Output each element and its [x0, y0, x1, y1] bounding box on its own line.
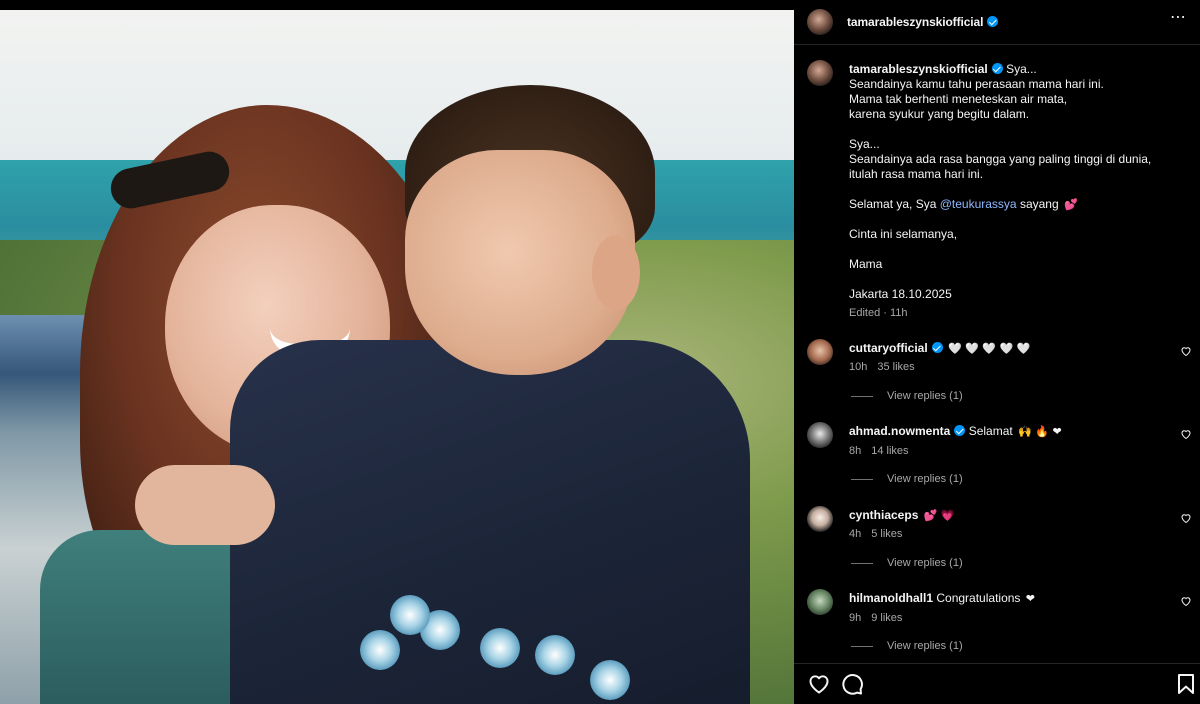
heart-icon[interactable] [1180, 428, 1192, 440]
caption-line: Sya... [849, 137, 880, 151]
photo-sky [0, 10, 794, 160]
caption-line: Mama tak berhenti meneteskan air mata, [849, 92, 1068, 106]
photo-child-ear [592, 235, 640, 310]
comment-likes[interactable]: 14 likes [871, 445, 908, 457]
view-replies-button[interactable]: View replies (1) [851, 390, 963, 402]
caption-line: Sya... [1006, 62, 1037, 76]
caption-gap [849, 272, 1189, 287]
verified-badge-icon [987, 16, 999, 27]
caption-line: Cinta ini selamanya, [849, 227, 958, 241]
avatar[interactable] [807, 506, 833, 532]
header-username[interactable]: tamarableszynskiofficial [847, 15, 999, 29]
caption-line: karena syukur yang begitu dalam. [849, 107, 1030, 121]
comment-time: 9h [849, 612, 862, 624]
caption-gap [849, 212, 1189, 227]
replies-dash [851, 478, 873, 480]
photo-flower-print [480, 628, 520, 668]
view-replies-button[interactable]: View replies (1) [851, 557, 963, 569]
avatar[interactable] [807, 9, 833, 35]
caption-edited-meta: Edited · 11h [849, 307, 908, 319]
photo-flower-print [390, 595, 430, 635]
view-replies-label[interactable]: View replies (1) [887, 390, 963, 402]
comment-username[interactable]: ahmad.nowmenta [849, 424, 950, 438]
replies-dash [851, 395, 873, 397]
mention-link[interactable]: @teukurassya [940, 197, 1017, 211]
comment-meta: 9h 9 likes [849, 612, 912, 624]
photo-arm [135, 465, 275, 545]
view-replies-button[interactable]: View replies (1) [851, 473, 963, 485]
comment-likes[interactable]: 9 likes [871, 612, 902, 624]
two-hearts-emoji: 💕 [1064, 198, 1078, 211]
caption-line: Mama [849, 257, 883, 271]
comment-emoji: 🙌 🔥 ❤ [1018, 425, 1062, 438]
comment-text: cynthiaceps 💕 💗 [849, 508, 955, 522]
header-username-text[interactable]: tamarableszynskiofficial [847, 15, 983, 29]
comment-icon[interactable] [840, 672, 864, 696]
comment-meta: 10h 35 likes [849, 361, 925, 373]
comment-body: Selamat [968, 424, 1013, 438]
comment-meta: 4h 5 likes [849, 528, 912, 540]
caption-avatar[interactable] [807, 60, 833, 86]
view-replies-label[interactable]: View replies (1) [887, 557, 963, 569]
comment-time: 4h [849, 528, 862, 540]
caption-line: sayang [1019, 197, 1059, 211]
header-divider [794, 44, 1200, 45]
view-replies-label[interactable]: View replies (1) [887, 640, 963, 652]
comment-username[interactable]: cynthiaceps [849, 508, 918, 522]
comment-meta: 8h 14 likes [849, 445, 919, 457]
replies-dash [851, 562, 873, 564]
action-bar [794, 664, 1200, 704]
caption-gap [849, 122, 1189, 137]
heart-icon[interactable] [1180, 595, 1192, 607]
avatar[interactable] [807, 589, 833, 615]
replies-dash [851, 645, 873, 647]
comment-emoji: 💕 💗 [923, 509, 955, 522]
caption-line: Jakarta 18.10.2025 [849, 287, 952, 301]
comment-emoji: ❤ [1025, 592, 1035, 605]
caption-line: itulah rasa mama hari ini. [849, 167, 984, 181]
more-options-icon[interactable]: ⋯ [1170, 10, 1190, 27]
caption-username[interactable]: tamarableszynskiofficial [849, 62, 988, 76]
comment-emoji: 🤍 🤍 🤍 🤍 🤍 [948, 342, 1031, 355]
heart-icon[interactable] [1180, 512, 1192, 524]
comment-likes[interactable]: 5 likes [871, 528, 902, 540]
verified-badge-icon [991, 63, 1003, 74]
caption-gap [849, 242, 1189, 257]
photo-flower-print [590, 660, 630, 700]
comment-body: Congratulations [936, 591, 1021, 605]
comment-username[interactable]: hilmanoldhall1 [849, 591, 933, 605]
comment-time: 8h [849, 445, 862, 457]
post-side-panel: tamarableszynskiofficial ⋯ tamarableszyn… [794, 0, 1200, 704]
heart-icon[interactable] [1180, 345, 1192, 357]
photo-flower-print [360, 630, 400, 670]
avatar[interactable] [807, 422, 833, 448]
view-replies-button[interactable]: View replies (1) [851, 640, 963, 652]
photo-flower-print [535, 635, 575, 675]
comment-time: 10h [849, 361, 868, 373]
caption-line: Seandainya ada rasa bangga yang paling t… [849, 152, 1152, 166]
comment-username[interactable]: cuttaryofficial [849, 341, 928, 355]
post-photo[interactable] [0, 10, 794, 704]
caption-congrats-line: Selamat ya, Sya @teukurassya sayang 💕 [849, 197, 1189, 212]
heart-icon[interactable] [807, 672, 831, 696]
verified-badge-icon [954, 425, 966, 436]
verified-badge-icon [931, 342, 943, 353]
comment-text: hilmanoldhall1 Congratulations ❤ [849, 591, 1035, 605]
bookmark-icon[interactable] [1174, 672, 1198, 696]
caption-first-line: tamarableszynskiofficial Sya... [849, 62, 1189, 77]
comment-likes[interactable]: 35 likes [877, 361, 914, 373]
caption-gap [849, 182, 1189, 197]
caption-line: Selamat ya, Sya [849, 197, 937, 211]
comment-text: ahmad.nowmenta Selamat 🙌 🔥 ❤ [849, 424, 1062, 438]
comment-text: cuttaryofficial 🤍 🤍 🤍 🤍 🤍 [849, 341, 1031, 355]
view-replies-label[interactable]: View replies (1) [887, 473, 963, 485]
post-header: tamarableszynskiofficial ⋯ [794, 0, 1200, 44]
post-caption: tamarableszynskiofficial Sya... Seandain… [849, 62, 1189, 302]
avatar[interactable] [807, 339, 833, 365]
caption-line: Seandainya kamu tahu perasaan mama hari … [849, 77, 1104, 91]
